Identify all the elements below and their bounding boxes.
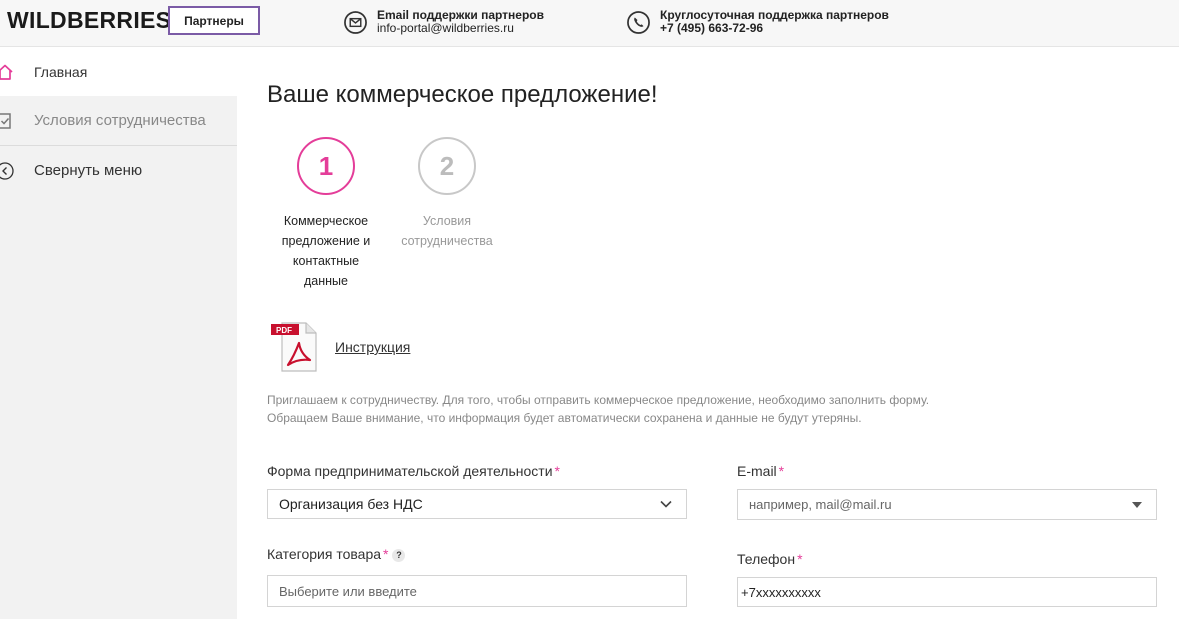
email-label: E-mail * <box>737 463 784 479</box>
business-form-label: Форма предпринимательской деятельности * <box>267 463 560 479</box>
intro-line: Обращаем Ваше внимание, что информация б… <box>267 411 862 425</box>
step-1-label: Коммерческое предложение и контактные да… <box>266 211 386 291</box>
pdf-file-icon[interactable]: PDF <box>270 321 322 373</box>
category-label-text: Категория товара <box>267 546 382 562</box>
phone-label-text: Телефон <box>737 551 796 567</box>
sidebar-item-conditions[interactable]: Условия сотрудничества <box>0 96 237 146</box>
collapse-arrow-icon <box>0 161 14 180</box>
step-2-label-line: сотрудничества <box>401 234 493 248</box>
phone-label: Телефон * <box>737 551 803 567</box>
phone-icon <box>627 11 650 34</box>
sidebar: Главная Условия сотрудничества Свернуть … <box>0 47 237 619</box>
sidebar-item-label: Свернуть меню <box>34 162 143 179</box>
required-mark: * <box>383 546 389 562</box>
wildberries-logo[interactable]: WILDBERRIES <box>7 7 171 33</box>
top-header: WILDBERRIES Партнеры Email поддержки пар… <box>0 0 1179 47</box>
category-input[interactable]: Выберите или введите <box>267 575 687 607</box>
sidebar-item-label: Главная <box>34 63 88 80</box>
sidebar-item-home[interactable]: Главная <box>0 47 237 96</box>
envelope-icon <box>344 11 367 34</box>
step-2-label: Условия сотрудничества <box>387 211 507 251</box>
required-mark: * <box>554 463 560 479</box>
intro-text: Приглашаем к сотрудничеству. Для того, ч… <box>267 391 929 427</box>
category-placeholder: Выберите или введите <box>279 583 417 599</box>
category-label: Категория товара *? <box>267 546 406 562</box>
sidebar-item-label: Условия сотрудничества <box>34 112 206 129</box>
chevron-down-icon <box>660 500 672 508</box>
step-1-label-line: Коммерческое <box>283 214 369 228</box>
step-1[interactable]: 1 Коммерческое предложение и контактные … <box>266 137 386 291</box>
required-mark: * <box>778 463 785 479</box>
phone-value: +7xxxxxxxxxx <box>741 584 821 600</box>
step-1-circle: 1 <box>297 137 355 195</box>
email-support-contact: Email поддержки партнеров info-portal@wi… <box>344 9 544 35</box>
email-label-text: E-mail <box>737 463 777 479</box>
partners-button[interactable]: Партнеры <box>168 6 260 35</box>
help-icon[interactable]: ? <box>392 549 406 562</box>
step-2-label-line: Условия <box>422 214 472 228</box>
step-2[interactable]: 2 Условия сотрудничества <box>387 137 507 251</box>
business-form-select[interactable]: Организация без НДС <box>267 489 687 519</box>
sidebar-collapse-menu[interactable]: Свернуть меню <box>0 146 237 195</box>
document-check-icon <box>0 112 11 129</box>
page-title: Ваше коммерческое предложение! <box>267 81 658 108</box>
home-icon <box>0 64 13 80</box>
instruction-link[interactable]: Инструкция <box>335 339 410 355</box>
email-support-address[interactable]: info-portal@wildberries.ru <box>377 22 544 35</box>
business-form-label-text: Форма предпринимательской деятельности <box>267 463 553 479</box>
required-mark: * <box>797 551 803 567</box>
svg-text:PDF: PDF <box>276 326 292 335</box>
step-1-label-line: предложение и <box>281 234 371 248</box>
phone-support-number[interactable]: +7 (495) 663-72-96 <box>660 22 889 35</box>
step-1-label-line: данные <box>304 274 348 288</box>
step-1-label-line: контактные <box>292 254 360 268</box>
phone-field[interactable]: +7xxxxxxxxxx <box>737 577 1157 607</box>
step-2-circle: 2 <box>418 137 476 195</box>
dropdown-triangle-icon[interactable] <box>1132 501 1142 508</box>
email-placeholder: например, mail@mail.ru <box>749 497 892 512</box>
phone-support-contact: Круглосуточная поддержка партнеров +7 (4… <box>627 9 889 35</box>
intro-line: Приглашаем к сотрудничеству. Для того, ч… <box>267 393 930 407</box>
business-form-value: Организация без НДС <box>279 496 423 512</box>
email-field[interactable]: например, mail@mail.ru <box>737 489 1157 520</box>
